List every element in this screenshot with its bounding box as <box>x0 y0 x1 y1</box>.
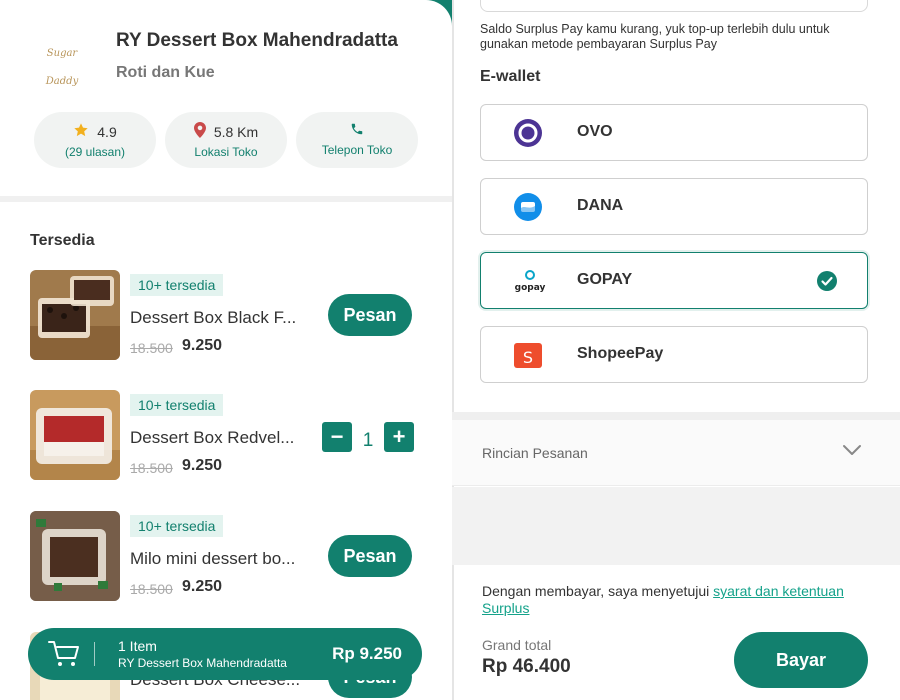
terms-prefix: Dengan membayar, saya menyetujui <box>482 583 714 599</box>
wallet-option-dana[interactable]: DANA <box>480 178 868 235</box>
chevron-down-icon[interactable] <box>842 442 862 458</box>
product-item[interactable]: 10+ tersedia Milo mini dessert bo... 18.… <box>30 511 430 603</box>
store-panel: Sugar Daddy RY Dessert Box Mahendradatta… <box>0 0 452 700</box>
cart-item-count: 1 Item <box>118 638 157 654</box>
pesan-button[interactable]: Pesan <box>328 294 412 336</box>
stock-badge: 10+ tersedia <box>130 515 224 537</box>
store-category: Roti dan Kue <box>116 64 215 81</box>
surplus-pay-card <box>480 0 868 12</box>
pesan-button[interactable]: Pesan <box>328 535 412 577</box>
product-image <box>30 511 120 601</box>
star-icon <box>73 122 89 141</box>
quantity-value: 1 <box>362 430 374 451</box>
distance-value: 5.8 Km <box>213 123 259 140</box>
cart-store-name: RY Dessert Box Mahendradatta <box>118 656 287 670</box>
panel-corner <box>426 0 452 30</box>
product-image <box>30 270 120 360</box>
rating-pill[interactable]: 4.9 (29 ulasan) <box>34 112 156 168</box>
phone-pill[interactable]: Telepon Toko <box>296 112 418 168</box>
ewallet-title: E-wallet <box>480 68 541 85</box>
product-name: Dessert Box Redvel... <box>130 428 295 447</box>
wallet-option-ovo[interactable]: OVO <box>480 104 868 161</box>
discount-price: 9.250 <box>182 457 223 474</box>
checkmark-icon <box>817 271 837 291</box>
order-details-label: Rincian Pesanan <box>482 445 588 461</box>
panel-edge <box>452 0 454 700</box>
increment-button[interactable]: + <box>384 422 414 452</box>
svg-text:S: S <box>523 348 533 367</box>
stock-badge: 10+ tersedia <box>130 274 224 296</box>
dana-icon <box>513 193 543 221</box>
cart-total: Rp 9.250 <box>332 644 402 663</box>
ovo-icon <box>513 119 543 147</box>
phone-label: Telepon Toko <box>321 143 393 157</box>
section-divider <box>0 196 452 202</box>
product-item[interactable]: 10+ tersedia Dessert Box Black F... 18.5… <box>30 270 430 362</box>
cart-bar[interactable]: 1 Item RY Dessert Box Mahendradatta Rp 9… <box>28 628 422 680</box>
store-logo: Sugar Daddy <box>45 48 79 87</box>
store-name: RY Dessert Box Mahendradatta <box>116 30 398 51</box>
shopeepay-icon: S <box>513 341 543 369</box>
product-item[interactable]: 10+ tersedia Dessert Box Redvel... 18.50… <box>30 390 430 482</box>
pay-button[interactable]: Bayar <box>734 632 868 688</box>
wallet-option-shopeepay[interactable]: S ShopeePay <box>480 326 868 383</box>
wallet-name: DANA <box>577 197 624 214</box>
section-divider <box>452 412 900 420</box>
gopay-icon: gopay <box>513 267 546 295</box>
phone-icon <box>350 122 364 139</box>
terms-text: Dengan membayar, saya menyetujui syarat … <box>482 583 872 617</box>
location-label: Lokasi Toko <box>194 145 258 159</box>
cart-separator <box>94 642 95 666</box>
original-price: 18.500 <box>130 340 173 356</box>
review-count: (29 ulasan) <box>64 145 126 159</box>
product-image <box>30 390 120 480</box>
original-price: 18.500 <box>130 581 173 597</box>
location-pin-icon <box>193 122 206 141</box>
section-title: Tersedia <box>30 232 95 249</box>
location-pill[interactable]: 5.8 Km Lokasi Toko <box>165 112 287 168</box>
rating-value: 4.9 <box>97 123 117 140</box>
product-name: Dessert Box Black F... <box>130 308 297 327</box>
quantity-stepper[interactable]: − 1 + <box>322 422 414 452</box>
original-price: 18.500 <box>130 460 173 476</box>
wallet-name: GOPAY <box>577 271 633 288</box>
discount-price: 9.250 <box>182 337 223 354</box>
wallet-option-gopay[interactable]: gopay GOPAY <box>480 252 868 309</box>
payment-panel: Saldo Surplus Pay kamu kurang, yuk top-u… <box>452 0 900 700</box>
spacer <box>452 487 900 565</box>
wallet-name: ShopeePay <box>577 345 664 362</box>
grand-total-label: Grand total <box>482 637 552 653</box>
cart-icon <box>48 640 80 668</box>
wallet-name: OVO <box>577 123 613 140</box>
gopay-logo-text: gopay <box>515 283 546 293</box>
grand-total-value: Rp 46.400 <box>482 656 571 677</box>
decrement-button[interactable]: − <box>322 422 352 452</box>
product-name: Milo mini dessert bo... <box>130 549 296 568</box>
stock-badge: 10+ tersedia <box>130 394 224 416</box>
saldo-message: Saldo Surplus Pay kamu kurang, yuk top-u… <box>480 22 830 51</box>
order-details-toggle[interactable]: Rincian Pesanan <box>452 420 900 486</box>
discount-price: 9.250 <box>182 578 223 595</box>
